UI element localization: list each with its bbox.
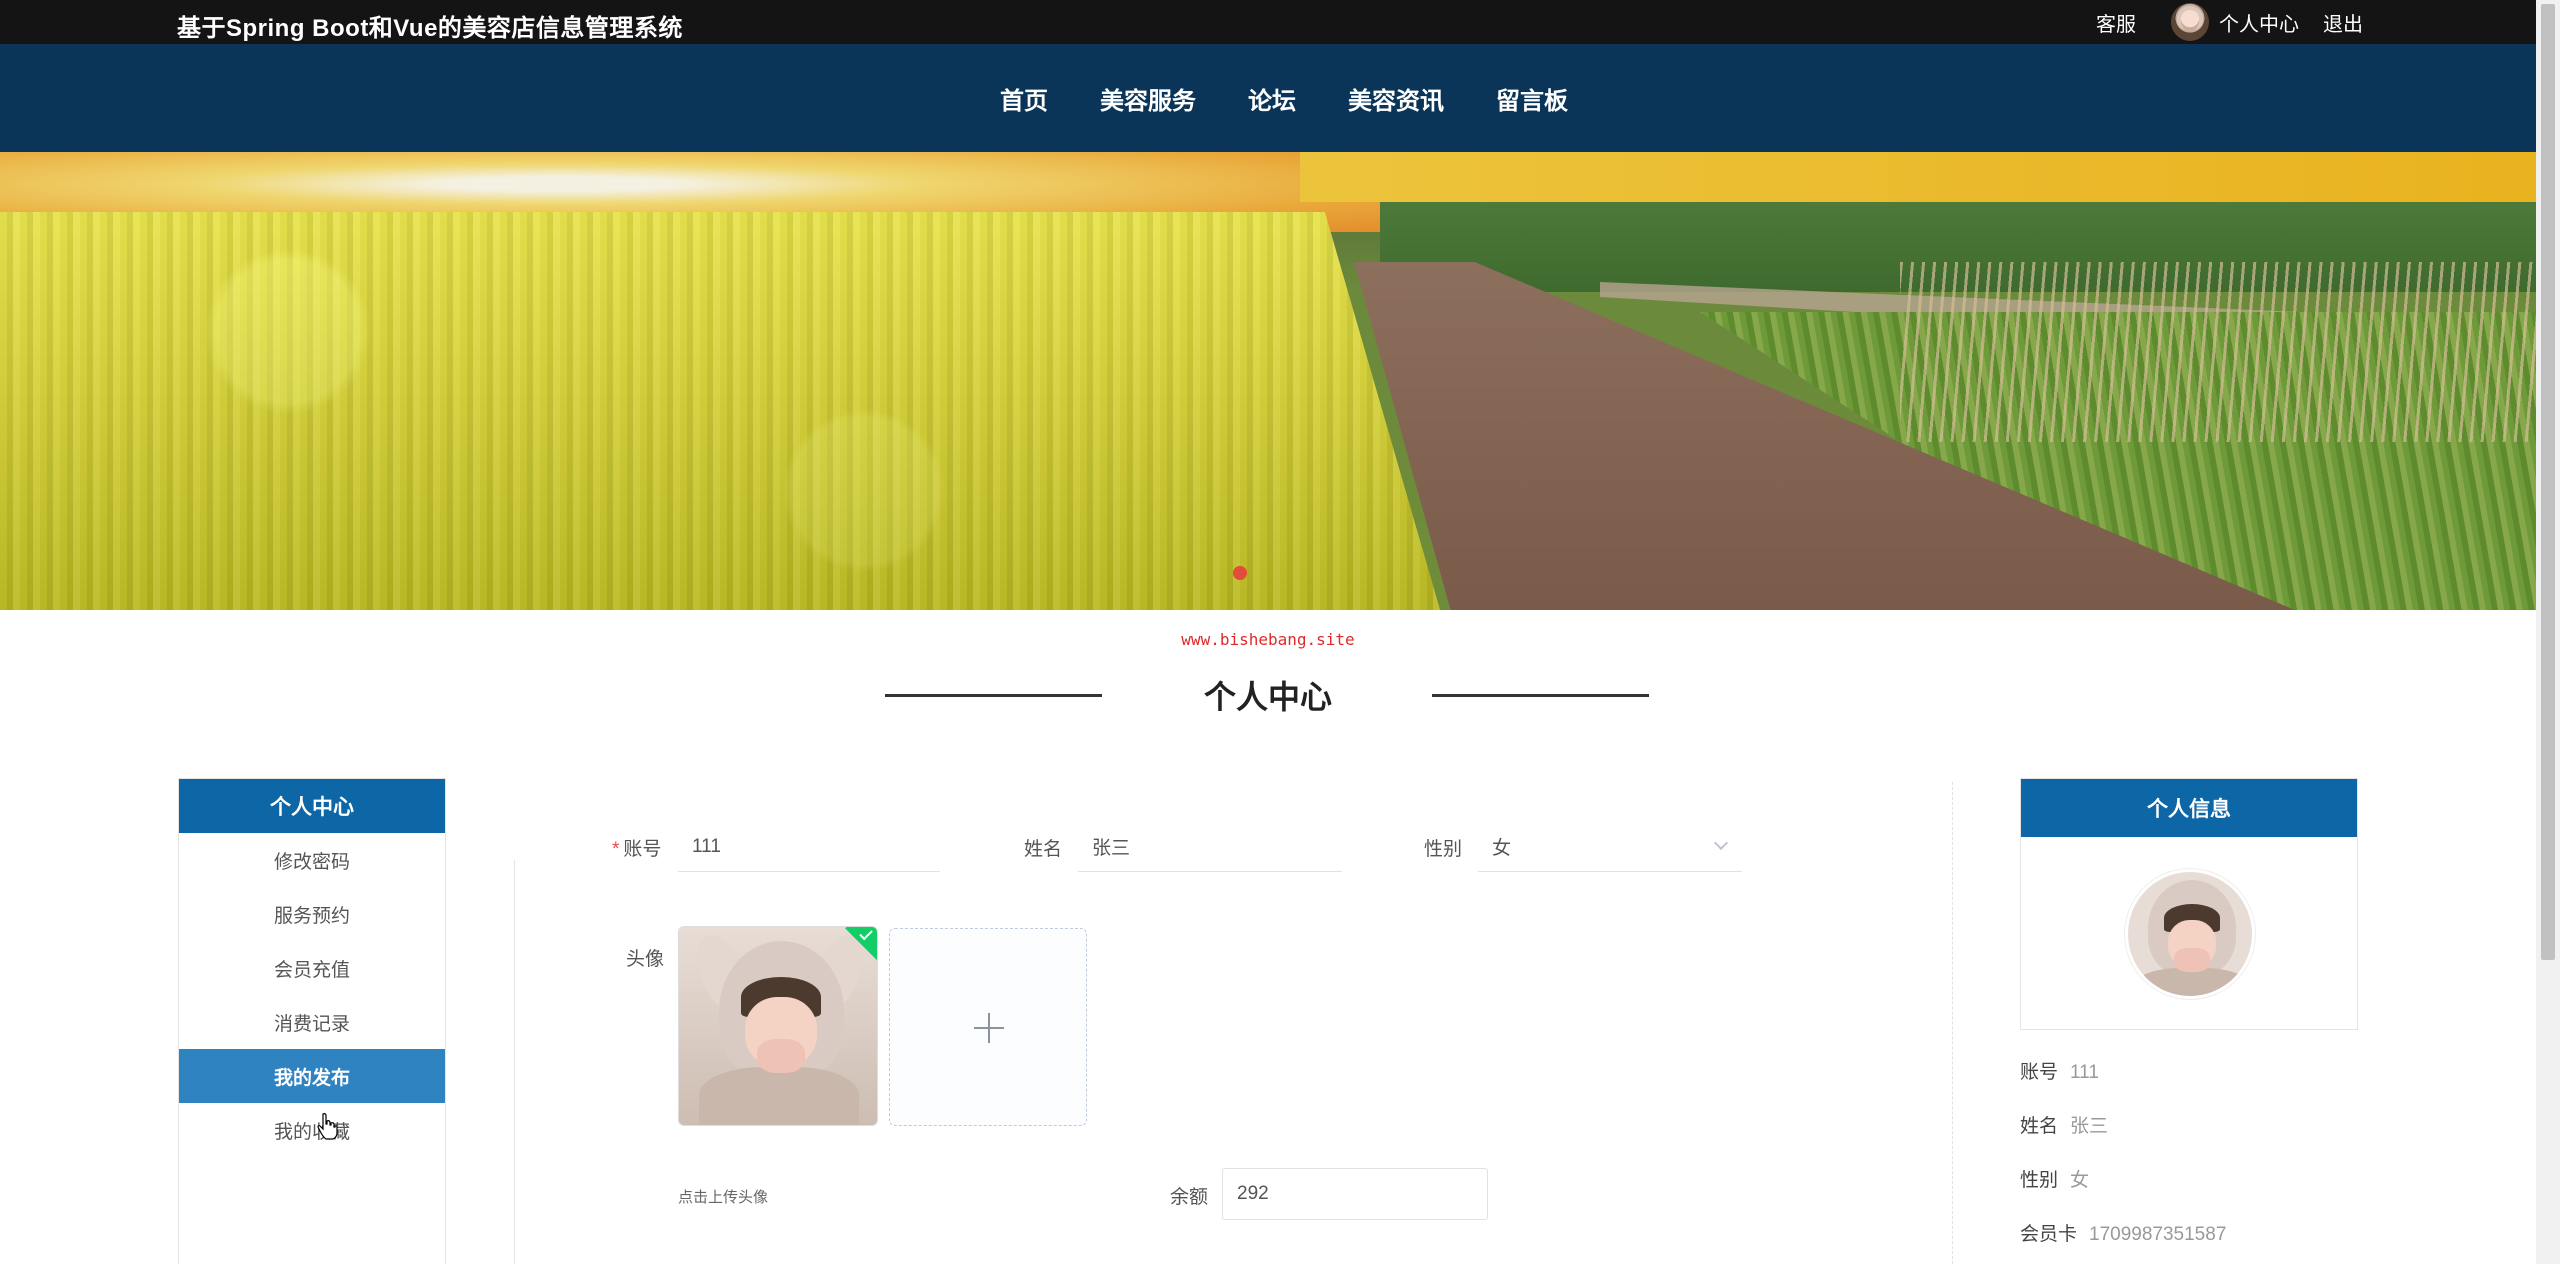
site-title: 基于Spring Boot和Vue的美容店信息管理系统 (177, 15, 683, 42)
account-input[interactable]: 111 (678, 822, 940, 872)
info-name-row: 姓名 张三 (2020, 1116, 2109, 1137)
main-nav: 首页 美容服务 论坛 美容资讯 留言板 (0, 44, 2536, 152)
logout-link[interactable]: 退出 (2323, 8, 2363, 37)
balance-input[interactable]: 292 (1222, 1168, 1488, 1220)
gender-select-value: 女 (1492, 838, 1512, 859)
carousel-indicator[interactable] (1233, 566, 1247, 580)
upload-tip: 点击上传头像 (678, 1189, 769, 1206)
customer-service-link[interactable]: 客服 (2096, 8, 2136, 37)
profile-avatar (2125, 869, 2255, 999)
top-right-menu: 客服 个人中心 退出 (2096, 0, 2363, 44)
info-membership-card-row: 会员卡 1709987351587 (2020, 1224, 2227, 1245)
sidebar-item-recharge[interactable]: 会员充值 (179, 941, 445, 995)
nav-message-board[interactable]: 留言板 (1496, 81, 1568, 116)
info-gender-row: 性别女 (2020, 1170, 2090, 1191)
sidebar-title: 个人中心 (179, 779, 445, 833)
sidebar-item-my-favorites[interactable]: 我的收藏 (179, 1103, 445, 1157)
section-title-block: 个人中心 (0, 668, 2536, 728)
info-account-row: 账号 111 (2020, 1062, 2099, 1083)
title-divider-right (1432, 694, 1649, 697)
scrollbar-thumb[interactable] (2541, 4, 2555, 960)
nav-home[interactable]: 首页 (1000, 81, 1048, 116)
avatar-label: 头像 (626, 949, 665, 970)
banner-carousel[interactable] (0, 152, 2536, 610)
panel-divider (1952, 782, 1953, 1264)
sidebar-item-change-password[interactable]: 修改密码 (179, 833, 445, 887)
chevron-down-icon (1713, 835, 1729, 851)
gender-select[interactable]: 女 (1478, 822, 1742, 872)
name-input[interactable]: 张三 (1078, 822, 1342, 872)
sidebar-item-my-posts[interactable]: 我的发布 (179, 1049, 445, 1103)
personal-info-title: 个人信息 (2021, 779, 2357, 837)
balance-label: 余额 (1170, 1187, 1209, 1208)
avatar-upload-button[interactable] (889, 928, 1087, 1126)
sidebar-item-service-booking[interactable]: 服务预约 (179, 887, 445, 941)
gender-label: 性别 (1424, 839, 1463, 860)
nav-beauty-service[interactable]: 美容服务 (1100, 81, 1196, 116)
top-bar: 基于Spring Boot和Vue的美容店信息管理系统 客服 个人中心 退出 (0, 0, 2536, 44)
mouse-pointer-icon (317, 1113, 338, 1140)
name-label: 姓名 (1024, 839, 1063, 860)
form-divider (514, 860, 515, 1264)
avatar-preview[interactable] (678, 926, 878, 1126)
personal-center-sidebar: 个人中心 修改密码 服务预约 会员充值 消费记录 我的发布 我的收藏 (178, 778, 446, 1264)
account-label: * 账号 (612, 839, 662, 860)
section-title: 个人中心 (1203, 679, 1332, 715)
personal-info-card: 个人信息 (2020, 778, 2358, 1030)
watermark-text: www.bishebang.site (1181, 630, 1355, 649)
nav-forum[interactable]: 论坛 (1248, 81, 1296, 116)
sidebar-item-consumption-records[interactable]: 消费记录 (179, 995, 445, 1049)
user-avatar[interactable] (2171, 3, 2209, 41)
personal-center-link[interactable]: 个人中心 (2219, 8, 2299, 37)
nav-beauty-news[interactable]: 美容资讯 (1348, 81, 1444, 116)
